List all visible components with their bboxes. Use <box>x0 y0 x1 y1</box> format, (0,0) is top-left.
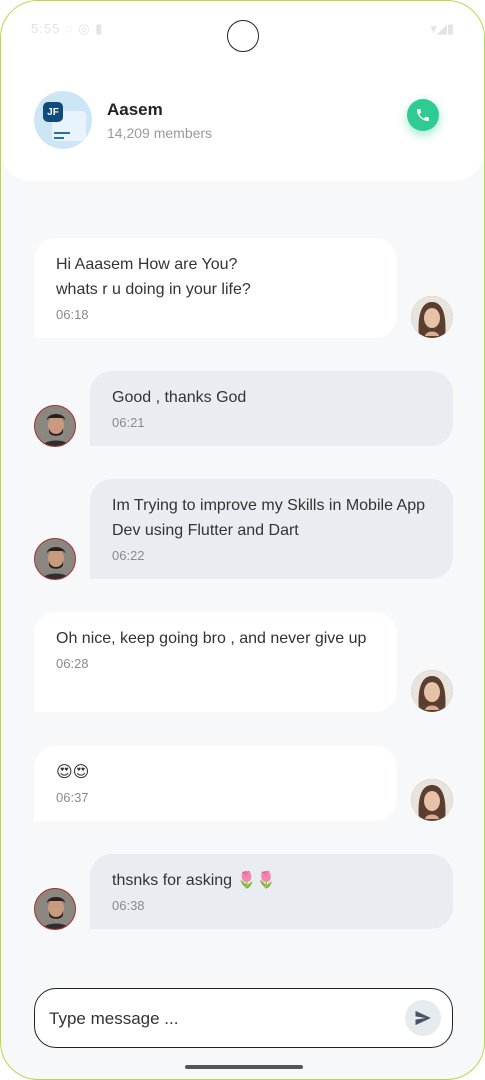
user-avatar-man[interactable] <box>34 888 76 930</box>
send-icon <box>415 1010 431 1026</box>
user-avatar-man[interactable] <box>34 538 76 580</box>
group-initials: JF <box>43 102 63 122</box>
message-time: 06:37 <box>56 790 89 805</box>
message-time: 06:38 <box>112 898 145 913</box>
man-avatar-icon <box>35 539 75 579</box>
document-line <box>54 137 64 139</box>
message-time: 06:22 <box>112 548 145 563</box>
woman-avatar-icon <box>411 779 453 821</box>
send-button[interactable] <box>405 1000 441 1036</box>
phone-icon <box>417 109 429 121</box>
camera-cutout <box>227 20 259 52</box>
message-time: 06:18 <box>56 307 89 322</box>
message-bubble[interactable]: Im Trying to improve my Skills in Mobile… <box>90 479 453 579</box>
member-count: 14,209 members <box>107 125 213 141</box>
call-button[interactable] <box>407 99 439 131</box>
message-text: Oh nice, keep going bro , and never give… <box>56 630 367 647</box>
message-text: Im Trying to improve my Skills in Mobile… <box>112 497 425 539</box>
status-right: ▾◢▮ <box>430 21 454 36</box>
contact-avatar-woman[interactable] <box>411 779 453 821</box>
message-text: Hi Aaasem How are You? whats r u doing i… <box>56 256 251 298</box>
chat-title: Aasem <box>107 100 163 119</box>
document-line <box>54 132 70 134</box>
man-avatar-icon <box>35 889 75 929</box>
message-bubble[interactable]: thsnks for asking 🌷🌷 06:38 <box>90 854 453 929</box>
status-left: 5:55 ◌ ◎ ▮ <box>31 21 104 36</box>
group-avatar[interactable]: JF <box>34 91 92 149</box>
message-bubble[interactable]: 😍😍 06:37 <box>34 746 397 821</box>
message-time: 06:28 <box>56 656 89 671</box>
message-text: Good , thanks God <box>112 389 247 406</box>
man-avatar-icon <box>35 406 75 446</box>
message-composer <box>34 988 453 1048</box>
message-time: 06:21 <box>112 415 145 430</box>
message-bubble[interactable]: Good , thanks God 06:21 <box>90 371 453 446</box>
message-input[interactable] <box>47 1005 391 1033</box>
chat-header: JF Aasem 14,209 members <box>1 59 484 181</box>
user-avatar-man[interactable] <box>34 405 76 447</box>
phone-screen: 5:55 ◌ ◎ ▮ ▾◢▮ JF Aasem 14,209 members H… <box>0 0 485 1080</box>
message-text: thsnks for asking 🌷🌷 <box>112 872 277 889</box>
status-bar: 5:55 ◌ ◎ ▮ ▾◢▮ <box>1 1 484 59</box>
message-bubble[interactable]: Oh nice, keep going bro , and never give… <box>34 612 397 712</box>
woman-avatar-icon <box>411 296 453 338</box>
home-indicator[interactable] <box>185 1065 303 1069</box>
woman-avatar-icon <box>411 670 453 712</box>
message-text: 😍😍 <box>56 764 90 781</box>
contact-avatar-woman[interactable] <box>411 296 453 338</box>
message-bubble[interactable]: Hi Aaasem How are You? whats r u doing i… <box>34 238 397 338</box>
contact-avatar-woman[interactable] <box>411 670 453 712</box>
